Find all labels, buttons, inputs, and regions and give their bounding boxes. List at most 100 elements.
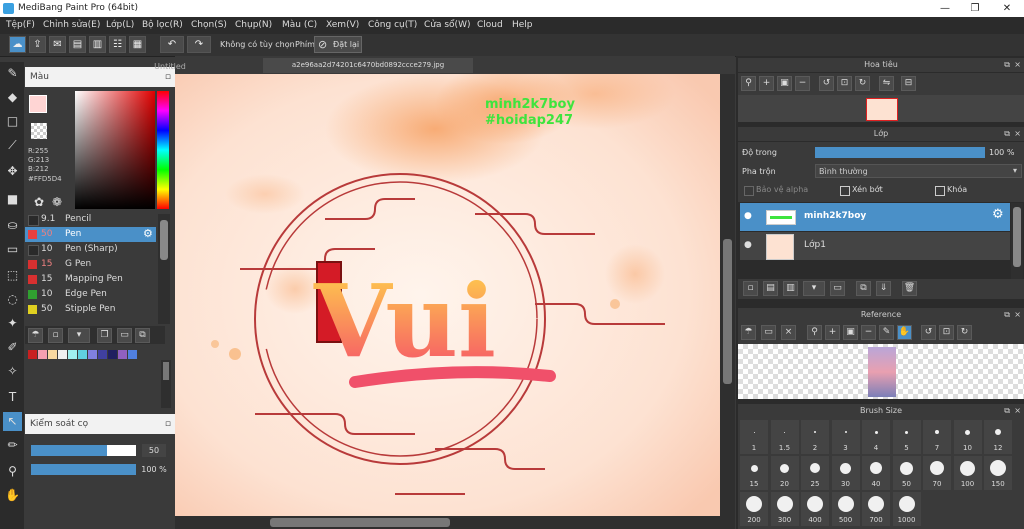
actual-size-icon[interactable]: ⊡	[837, 76, 852, 91]
brush-row[interactable]: 10 Edge Pen	[25, 287, 156, 302]
comment-icon[interactable]: ✉	[49, 36, 66, 53]
zoom-out-icon[interactable]: −	[795, 76, 810, 91]
menu-layer[interactable]: Lớp(L)	[106, 20, 134, 30]
brush-size-cell[interactable]: 20	[770, 456, 799, 490]
palette-swatch[interactable]	[128, 350, 137, 359]
brush-size-cell[interactable]: 3	[831, 420, 860, 454]
palette-scrollbar[interactable]	[161, 360, 171, 408]
duplicate-layer-icon[interactable]: ⧉	[856, 281, 871, 296]
hand-tool-icon[interactable]: ✋	[3, 486, 22, 505]
bucket-tool-icon[interactable]: ⛀	[3, 216, 22, 235]
layer-settings-gear-icon[interactable]: ⚙	[992, 207, 1004, 222]
brush-size-cell[interactable]: 70	[923, 456, 951, 490]
brush-size-cell[interactable]: 100	[953, 456, 982, 490]
panel-close-icon[interactable]: ▫	[165, 414, 171, 434]
reference-eyedropper-icon[interactable]: ✎	[879, 325, 894, 340]
tab-active-document[interactable]: a2e96aa2d74201c6470bd0892ccce279.jpg	[263, 58, 473, 73]
rotate-left-icon[interactable]: ↺	[819, 76, 834, 91]
duplicate-icon[interactable]: ⧉	[135, 328, 150, 343]
brush-size-cell[interactable]: 1.5	[770, 420, 799, 454]
brush-size-cell[interactable]: 1000	[892, 492, 921, 526]
layer-folder-icon[interactable]: ▭	[830, 281, 845, 296]
reference-cloud-icon[interactable]: ☂	[741, 325, 756, 340]
document-icon[interactable]: ▤	[69, 36, 86, 53]
brush-row-selected[interactable]: 50 Pen ⚙	[25, 227, 156, 242]
zoom-in-icon[interactable]: +	[759, 76, 774, 91]
brush-row[interactable]: 9.1 Pencil	[25, 212, 156, 227]
menu-color[interactable]: Màu (C)	[282, 20, 317, 30]
delete-layer-icon[interactable]: 🗑	[902, 281, 917, 296]
menu-window[interactable]: Cửa sổ(W)	[424, 20, 470, 30]
palette-icon[interactable]: ✿	[34, 195, 44, 209]
transparent-swatch[interactable]	[31, 123, 47, 139]
add-brush-icon[interactable]: ▾	[68, 328, 90, 343]
flip-icon[interactable]: ⇋	[879, 76, 894, 91]
layer-row-selected[interactable]: ● minh2k7boy ⚙	[740, 203, 1010, 231]
size-value-box[interactable]: 50	[142, 444, 166, 457]
panel-close-icon[interactable]: ×	[1014, 127, 1021, 141]
fit-icon[interactable]: ▣	[777, 76, 792, 91]
blend-mode-select[interactable]: Bình thường ▾	[815, 164, 1022, 178]
cloud-icon[interactable]: ☁	[9, 36, 26, 53]
maximize-button[interactable]: ❐	[960, 1, 990, 16]
reference-zoom-in-icon[interactable]: +	[825, 325, 840, 340]
palette-swatch[interactable]	[108, 350, 117, 359]
undo-icon[interactable]: ↶	[160, 36, 184, 53]
reference-preview[interactable]	[738, 344, 1024, 399]
scrollbar-thumb[interactable]	[270, 518, 450, 527]
redo-icon[interactable]: ↷	[187, 36, 211, 53]
select-rect-tool-icon[interactable]: ⬚	[3, 266, 22, 285]
close-button[interactable]: ✕	[992, 1, 1022, 16]
eye-icon[interactable]: ●	[744, 240, 752, 250]
brush-row[interactable]: 15 G Pen	[25, 257, 156, 272]
scrollbar-thumb[interactable]	[723, 239, 732, 384]
brush-size-cell[interactable]: 40	[862, 456, 890, 490]
gradient-tool-icon[interactable]: ▭	[3, 240, 22, 259]
eraser-tool-icon[interactable]: ◆	[3, 88, 22, 107]
brush-size-cell[interactable]: 150	[984, 456, 1012, 490]
list-icon[interactable]: ☷	[109, 36, 126, 53]
select-pen-tool-icon[interactable]: ✐	[3, 338, 22, 357]
opacity-slider[interactable]	[31, 464, 136, 475]
lock-checkbox[interactable]	[935, 186, 945, 196]
brush-size-cell[interactable]: 400	[801, 492, 829, 526]
reference-zoom-out-icon[interactable]: −	[861, 325, 876, 340]
add-layer-menu-icon[interactable]: ▾	[803, 281, 825, 296]
hue-slider[interactable]	[157, 91, 169, 209]
divide-tool-icon[interactable]: ✏	[3, 436, 22, 455]
rectangle-tool-icon[interactable]: □	[3, 112, 22, 131]
brush-size-cell[interactable]: 4	[862, 420, 890, 454]
size-slider[interactable]	[31, 445, 136, 456]
navigator-thumbnail[interactable]	[866, 98, 898, 121]
new-brush-icon[interactable]: ▫	[48, 328, 63, 343]
select-eraser-tool-icon[interactable]: ✧	[3, 362, 22, 381]
panel-float-icon[interactable]: ⧉	[1004, 404, 1010, 418]
brush-size-cell[interactable]: 5	[892, 420, 921, 454]
brush-size-cell[interactable]: 15	[740, 456, 768, 490]
reference-zoom-icon[interactable]: ⚲	[807, 325, 822, 340]
scrollbar-thumb[interactable]	[163, 362, 169, 380]
reference-hand-icon[interactable]: ✋	[897, 325, 912, 340]
menu-edit[interactable]: Chỉnh sửa(E)	[43, 20, 100, 30]
saturation-value-picker[interactable]	[75, 91, 155, 209]
reset-view-icon[interactable]: ⊟	[901, 76, 916, 91]
merge-layer-icon[interactable]: ⇓	[876, 281, 891, 296]
palette-swatch[interactable]	[98, 350, 107, 359]
new-8bit-layer-icon[interactable]: ▥	[783, 281, 798, 296]
brush-list-scrollbar[interactable]	[158, 214, 170, 324]
brush-row[interactable]: 50 Stipple Pen	[25, 302, 156, 317]
brush-row[interactable]: 10 Pen (Sharp)	[25, 242, 156, 257]
operation-tool-icon[interactable]: ↖	[3, 412, 22, 431]
palette-swatch[interactable]	[48, 350, 57, 359]
reference-open-icon[interactable]: ▭	[761, 325, 776, 340]
share-icon[interactable]: ⇪	[29, 36, 46, 53]
protect-alpha-checkbox[interactable]	[744, 186, 754, 196]
menu-select[interactable]: Chọn(S)	[191, 20, 227, 30]
brush-size-cell[interactable]: 7	[923, 420, 951, 454]
folder-icon[interactable]: ▭	[117, 328, 132, 343]
layer-row[interactable]: ● Lớp1	[740, 232, 1010, 260]
clipping-checkbox[interactable]	[840, 186, 850, 196]
brush-size-cell[interactable]: 10	[953, 420, 982, 454]
page-icon[interactable]: ▥	[89, 36, 106, 53]
layer-opacity-slider[interactable]	[815, 147, 985, 158]
